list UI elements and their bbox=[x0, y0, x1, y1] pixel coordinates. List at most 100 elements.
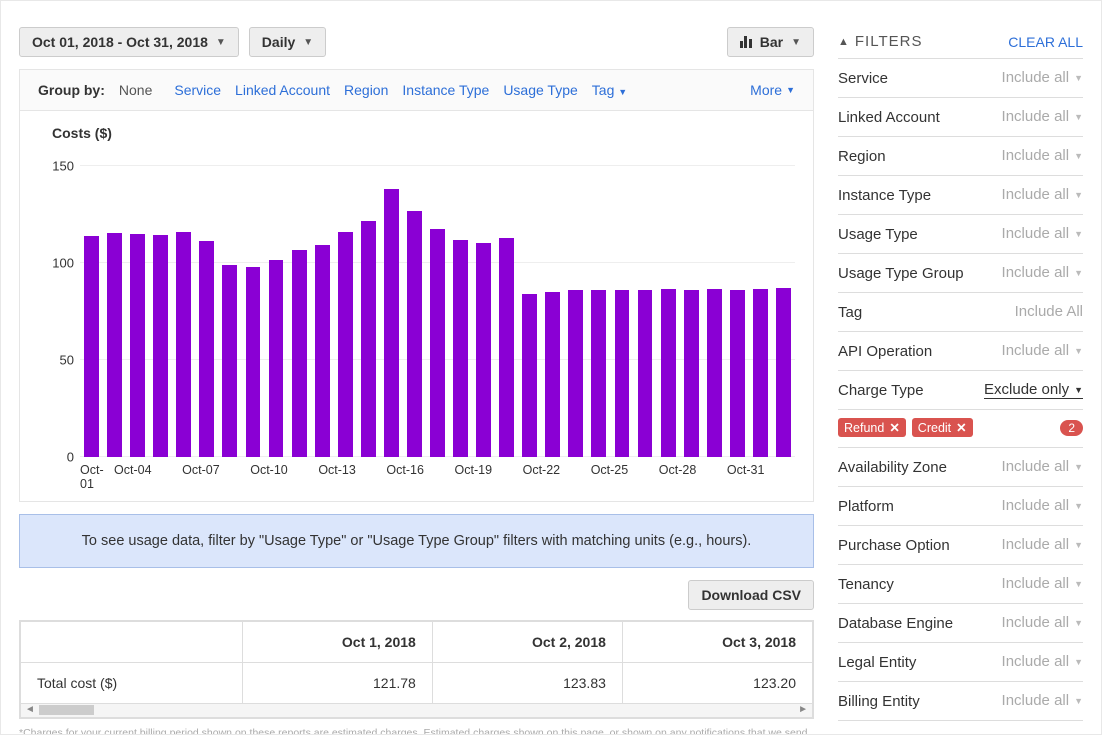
bar[interactable] bbox=[684, 290, 699, 457]
download-csv-button[interactable]: Download CSV bbox=[688, 580, 814, 610]
chevron-down-icon: ▼ bbox=[1074, 501, 1083, 511]
filter-row[interactable]: API OperationInclude all▼ bbox=[838, 332, 1083, 371]
filter-value[interactable]: Include all▼ bbox=[1002, 536, 1083, 554]
bar-slot bbox=[751, 289, 770, 457]
groupby-option-instance-type[interactable]: Instance Type bbox=[402, 82, 489, 98]
groupby-option-region[interactable]: Region bbox=[344, 82, 388, 98]
groupby-option-service[interactable]: Service bbox=[174, 82, 221, 98]
bar[interactable] bbox=[130, 234, 145, 457]
bar[interactable] bbox=[269, 260, 284, 457]
filter-value-text: Include all bbox=[1002, 264, 1070, 281]
bar[interactable] bbox=[384, 189, 399, 457]
spacer bbox=[336, 27, 717, 57]
bar[interactable] bbox=[338, 232, 353, 457]
granularity-button[interactable]: Daily ▼ bbox=[249, 27, 326, 57]
bar[interactable] bbox=[591, 290, 606, 457]
bar[interactable] bbox=[246, 267, 261, 457]
filter-value[interactable]: Include all▼ bbox=[1002, 108, 1083, 126]
filter-row[interactable]: TenancyInclude all▼ bbox=[838, 565, 1083, 604]
filter-value[interactable]: Include all▼ bbox=[1002, 692, 1083, 710]
bar[interactable] bbox=[199, 241, 214, 457]
clear-all-button[interactable]: CLEAR ALL bbox=[1008, 34, 1083, 50]
groupby-option-tag[interactable]: Tag ▼ bbox=[592, 82, 627, 98]
bar[interactable] bbox=[499, 238, 514, 457]
filter-row[interactable]: Database EngineInclude all▼ bbox=[838, 604, 1083, 643]
chart-card: Costs ($) 050100150 Oct-01Oct-04Oct-07Oc… bbox=[19, 111, 814, 502]
chart-type-button[interactable]: Bar ▼ bbox=[727, 27, 814, 57]
filter-row[interactable]: Billing EntityInclude all▼ bbox=[838, 682, 1083, 721]
filter-row[interactable]: TagInclude All bbox=[838, 293, 1083, 332]
bar[interactable] bbox=[222, 265, 237, 457]
bar-slot bbox=[405, 211, 424, 458]
bar[interactable] bbox=[661, 289, 676, 457]
filter-row[interactable]: Availability ZoneInclude all▼ bbox=[838, 448, 1083, 487]
bar[interactable] bbox=[638, 290, 653, 457]
date-range-label: Oct 01, 2018 - Oct 31, 2018 bbox=[32, 34, 208, 50]
bar[interactable] bbox=[476, 243, 491, 457]
filter-value[interactable]: Include all▼ bbox=[1002, 147, 1083, 165]
filter-row[interactable]: Linked AccountInclude all▼ bbox=[838, 98, 1083, 137]
filter-chip[interactable]: Refund✕ bbox=[838, 418, 906, 437]
collapse-icon[interactable]: ▲ bbox=[838, 36, 849, 48]
bar[interactable] bbox=[453, 240, 468, 458]
bar[interactable] bbox=[292, 250, 307, 457]
scroll-left-icon[interactable]: ◄ bbox=[21, 704, 39, 715]
bar[interactable] bbox=[707, 289, 722, 457]
filter-value[interactable]: Include all▼ bbox=[1002, 342, 1083, 360]
bar-slot bbox=[566, 290, 585, 457]
scroll-thumb[interactable] bbox=[39, 705, 94, 715]
filter-chip[interactable]: Credit ✕ bbox=[912, 418, 973, 437]
filter-name: Region bbox=[838, 148, 886, 165]
filter-value[interactable]: Include all▼ bbox=[1002, 458, 1083, 476]
groupby-option-usage-type[interactable]: Usage Type bbox=[503, 82, 577, 98]
filter-row[interactable]: PlatformInclude all▼ bbox=[838, 487, 1083, 526]
bar[interactable] bbox=[730, 290, 745, 457]
filter-value[interactable]: Include all▼ bbox=[1002, 614, 1083, 632]
date-range-button[interactable]: Oct 01, 2018 - Oct 31, 2018 ▼ bbox=[19, 27, 239, 57]
filter-value[interactable]: Include All bbox=[1015, 303, 1083, 321]
filter-row[interactable]: Usage Type GroupInclude all▼ bbox=[838, 254, 1083, 293]
scroll-right-icon[interactable]: ► bbox=[794, 704, 812, 715]
filter-value[interactable]: Include all▼ bbox=[1002, 653, 1083, 671]
filter-value[interactable]: Include all▼ bbox=[1002, 575, 1083, 593]
bar[interactable] bbox=[615, 290, 630, 457]
horizontal-scrollbar[interactable]: ◄ ► bbox=[20, 704, 813, 718]
bar[interactable] bbox=[776, 288, 791, 457]
bar[interactable] bbox=[84, 236, 99, 457]
bar[interactable] bbox=[361, 221, 376, 457]
close-icon[interactable]: ✕ bbox=[889, 420, 899, 435]
bar[interactable] bbox=[176, 232, 191, 457]
filter-value[interactable]: Include all▼ bbox=[1002, 264, 1083, 282]
bar[interactable] bbox=[522, 294, 537, 457]
filter-row[interactable]: Region Include all▼ bbox=[838, 137, 1083, 176]
filter-row[interactable]: Legal EntityInclude all▼ bbox=[838, 643, 1083, 682]
filter-name: Purchase Option bbox=[838, 537, 950, 554]
toolbar: Oct 01, 2018 - Oct 31, 2018 ▼ Daily ▼ Ba… bbox=[19, 27, 814, 57]
filter-value[interactable]: Include all▼ bbox=[1002, 225, 1083, 243]
filter-row[interactable]: Usage TypeInclude all▼ bbox=[838, 215, 1083, 254]
bar[interactable] bbox=[315, 245, 330, 457]
filter-value[interactable]: Include all▼ bbox=[1002, 186, 1083, 204]
filter-row[interactable]: ServiceInclude all▼ bbox=[838, 59, 1083, 98]
groupby-more[interactable]: More ▼ bbox=[750, 82, 795, 98]
close-icon[interactable]: ✕ bbox=[956, 420, 966, 435]
groupby-option-linked-account[interactable]: Linked Account bbox=[235, 82, 330, 98]
filter-row[interactable]: Charge TypeExclude only▼ bbox=[838, 371, 1083, 410]
main-area: Oct 01, 2018 - Oct 31, 2018 ▼ Daily ▼ Ba… bbox=[19, 1, 814, 735]
chip-label: Credit bbox=[918, 421, 951, 435]
bar[interactable] bbox=[430, 229, 445, 457]
filter-value[interactable]: Include all▼ bbox=[1002, 497, 1083, 515]
filter-row[interactable]: Purchase Option Include all▼ bbox=[838, 526, 1083, 565]
x-tick: Oct-01 bbox=[80, 463, 114, 491]
bar[interactable] bbox=[107, 233, 122, 457]
show-less-button[interactable]: Show less ▲ bbox=[838, 731, 915, 735]
filter-value-text: Include all bbox=[1002, 147, 1070, 164]
bar[interactable] bbox=[568, 290, 583, 457]
filter-value[interactable]: Exclude only▼ bbox=[984, 381, 1083, 399]
bar[interactable] bbox=[545, 292, 560, 457]
bar[interactable] bbox=[153, 235, 168, 457]
filter-value[interactable]: Include all▼ bbox=[1002, 69, 1083, 87]
bar[interactable] bbox=[753, 289, 768, 457]
filter-row[interactable]: Instance TypeInclude all▼ bbox=[838, 176, 1083, 215]
bar[interactable] bbox=[407, 211, 422, 458]
